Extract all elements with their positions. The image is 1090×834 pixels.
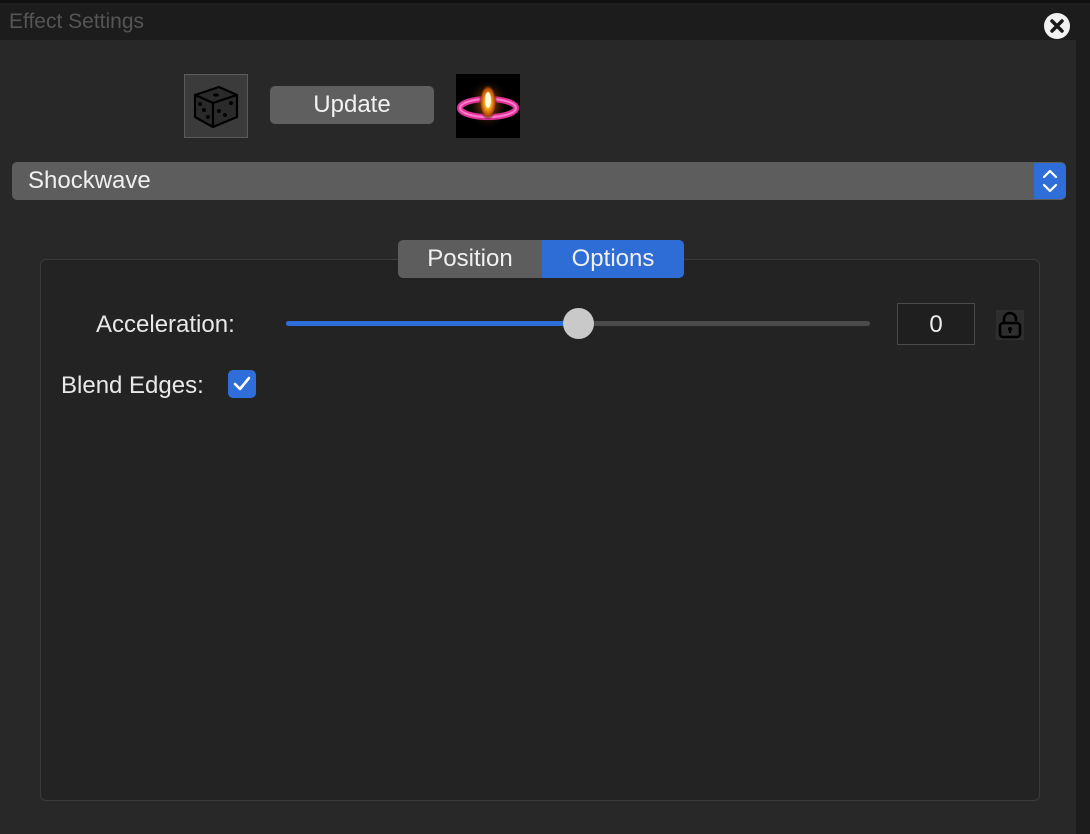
effect-select-value: Shockwave — [28, 167, 151, 194]
close-icon — [1050, 19, 1064, 33]
close-button[interactable] — [1044, 13, 1070, 39]
shockwave-preview-icon — [456, 74, 520, 138]
unlock-icon — [998, 311, 1022, 339]
effect-select-stepper[interactable] — [1034, 163, 1066, 199]
acceleration-value-field[interactable]: 0 — [897, 303, 975, 345]
acceleration-slider-fill — [286, 321, 578, 326]
title-bar[interactable]: Effect Settings — [0, 0, 1090, 40]
effect-type-select[interactable]: Shockwave — [12, 162, 1066, 200]
window-edge — [1076, 40, 1090, 834]
effect-settings-window: Effect Settings Update Shockwave Positio… — [0, 0, 1090, 834]
blend-edges-label: Blend Edges: — [61, 372, 204, 399]
tab-options[interactable]: Options — [542, 240, 684, 278]
checkmark-icon — [233, 376, 251, 391]
tab-position[interactable]: Position — [398, 240, 542, 278]
window-title: Effect Settings — [9, 10, 145, 33]
blend-edges-checkbox[interactable] — [228, 370, 256, 398]
acceleration-slider-thumb[interactable] — [563, 308, 594, 339]
acceleration-slider[interactable] — [286, 308, 870, 339]
chevron-up-down-icon — [1042, 169, 1058, 193]
randomize-button[interactable] — [184, 74, 248, 138]
acceleration-label: Acceleration: — [96, 311, 235, 338]
effect-preview-thumbnail — [456, 74, 520, 138]
update-button[interactable]: Update — [270, 86, 434, 124]
dice-icon — [193, 85, 239, 129]
acceleration-lock-button[interactable] — [996, 310, 1024, 340]
options-panel — [40, 259, 1040, 801]
